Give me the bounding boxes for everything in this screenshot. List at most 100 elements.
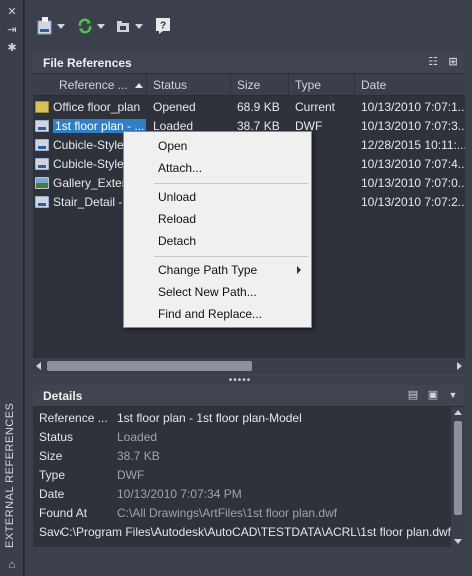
menu-separator <box>154 183 308 184</box>
details-label: Type <box>39 467 66 482</box>
dwf-file-icon <box>35 119 49 132</box>
details-value: 10/13/2010 7:07:34 PM <box>117 486 242 501</box>
details-label: Reference ... <box>39 410 108 425</box>
details-value: DWF <box>117 467 145 482</box>
palette-menu-icon[interactable]: ⌂ <box>5 558 19 572</box>
properties-icon[interactable]: ✱ <box>5 41 19 55</box>
toolbar: ? <box>25 0 472 50</box>
details-value: Loaded <box>117 429 158 444</box>
panel-splitter[interactable]: ••••• <box>225 376 255 386</box>
details-row: Date 10/13/2010 7:07:34 PM <box>33 484 451 503</box>
sort-ascending-icon <box>135 83 144 89</box>
details-view-icon[interactable]: ▤ <box>407 389 419 401</box>
cell-date: 10/13/2010 7:07:1... <box>361 99 465 114</box>
submenu-arrow-icon <box>297 266 301 274</box>
help-button[interactable]: ? <box>156 16 170 36</box>
details-row: Size 38.7 KB <box>33 446 451 465</box>
dwf-file-icon <box>35 157 49 170</box>
preview-icon[interactable]: ▣ <box>427 389 439 401</box>
details-label: Date <box>39 486 65 501</box>
context-menu: Open Attach... Unload Reload Detach Chan… <box>123 131 312 328</box>
details-label: Size <box>39 448 63 463</box>
horizontal-scrollbar[interactable] <box>33 358 465 374</box>
menu-item-open[interactable]: Open <box>124 136 311 156</box>
attach-dwg-icon <box>37 17 52 35</box>
scroll-thumb[interactable] <box>454 421 462 515</box>
table-row[interactable]: Office floor_plan Opened 68.9 KB Current 10/… <box>33 97 465 116</box>
details-value: C:\All Drawings\ArtFiles\1st floor plan.… <box>117 505 338 520</box>
menu-separator <box>154 256 308 257</box>
scroll-left-icon[interactable] <box>36 362 41 370</box>
details-row: Saved PathC:\Program Files\Autodesk\Auto… <box>33 522 451 541</box>
menu-item-find-and-replace[interactable]: Find and Replace... <box>124 304 311 324</box>
dwf-file-icon <box>35 195 49 208</box>
refresh-button[interactable] <box>77 16 105 36</box>
details-label: Status <box>39 429 74 444</box>
details-row: Type DWF <box>33 465 451 484</box>
image-file-icon <box>35 176 49 189</box>
svg-text:?: ? <box>160 21 166 32</box>
details-row: Reference ... 1st floor plan - 1st floor … <box>33 408 451 427</box>
scroll-right-icon[interactable] <box>457 362 462 370</box>
chevron-down-icon[interactable] <box>57 23 65 29</box>
details-value: 38.7 KB <box>117 448 160 463</box>
menu-item-reload[interactable]: Reload <box>124 209 311 229</box>
column-reference-name[interactable]: Reference ... <box>33 74 147 96</box>
section-title: File References <box>43 55 132 70</box>
chevron-down-icon[interactable] <box>97 23 105 29</box>
file-references-header: File References ☷ ⊞ <box>33 52 465 74</box>
reference-name: Stair_Detail - <box>53 194 123 209</box>
details-value: 1st floor plan - 1st floor plan-Model <box>117 410 302 425</box>
reference-name: Cubicle-Style <box>53 156 124 171</box>
reference-name: Office floor_plan <box>53 99 141 114</box>
cell-size: 68.9 KB <box>237 99 280 114</box>
close-icon[interactable]: ✕ <box>5 5 19 19</box>
cell-reference-name: Office floor_plan <box>33 100 147 114</box>
reference-name: Gallery_Exteri <box>53 175 129 190</box>
menu-item-attach[interactable]: Attach... <box>124 158 311 178</box>
column-headers: Reference ... Status Size Type Date <box>33 74 465 96</box>
help-icon: ? <box>156 18 170 34</box>
section-title: Details <box>43 388 83 403</box>
auto-hide-icon[interactable]: ⇥ <box>5 23 19 37</box>
change-path-icon <box>117 21 129 32</box>
menu-item-change-path-type[interactable]: Change Path Type <box>124 260 311 280</box>
details-grid: Reference ... 1st floor plan - 1st floor … <box>33 407 465 547</box>
scroll-up-icon[interactable] <box>454 410 462 415</box>
dwf-file-icon <box>35 138 49 151</box>
cell-date: 10/13/2010 7:07:0... <box>361 175 465 190</box>
details-value: C:\Program Files\Autodesk\AutoCAD\TESTDA… <box>60 524 451 539</box>
change-path-button[interactable] <box>115 16 143 36</box>
details-row: Found At C:\All Drawings\ArtFiles\1st flo… <box>33 503 451 522</box>
menu-item-select-new-path[interactable]: Select New Path... <box>124 282 311 302</box>
column-size[interactable]: Size <box>231 74 289 96</box>
menu-item-detach[interactable]: Detach <box>124 231 311 251</box>
refresh-icon <box>78 18 92 34</box>
reference-name: Cubicle-Style <box>53 137 124 152</box>
palette-titlebar: ✕ ⇥ ✱ EXTERNAL REFERENCES ⌂ <box>0 0 24 576</box>
cell-type: Current <box>295 99 336 114</box>
details-label: Saved Path <box>39 524 61 539</box>
attach-button[interactable] <box>37 16 65 36</box>
column-type[interactable]: Type <box>289 74 355 96</box>
chevron-down-icon[interactable] <box>135 23 143 29</box>
menu-item-unload[interactable]: Unload <box>124 187 311 207</box>
details-header: Details ▤ ▣ ▼ <box>33 385 465 407</box>
vertical-scrollbar[interactable] <box>451 407 465 547</box>
scroll-down-icon[interactable] <box>454 539 462 544</box>
details-row: Status Loaded <box>33 427 451 446</box>
details-label: Found At <box>39 505 88 520</box>
column-date[interactable]: Date <box>355 74 465 96</box>
palette-title: EXTERNAL REFERENCES <box>4 402 16 548</box>
chevron-down-icon[interactable]: ▼ <box>447 389 459 401</box>
cell-date: 12/28/2015 10:11:... <box>361 137 465 152</box>
scroll-thumb[interactable] <box>47 361 252 371</box>
details-section: Details ▤ ▣ ▼ Reference ... 1st floor pla… <box>33 385 465 547</box>
column-status[interactable]: Status <box>147 74 231 96</box>
cell-date: 10/13/2010 7:07:3... <box>361 118 465 133</box>
drawing-icon <box>35 100 49 113</box>
cell-date: 10/13/2010 7:07:2... <box>361 194 465 209</box>
tree-view-icon[interactable]: ⊞ <box>447 56 459 68</box>
cell-status: Opened <box>153 99 196 114</box>
list-view-icon[interactable]: ☷ <box>427 56 439 68</box>
